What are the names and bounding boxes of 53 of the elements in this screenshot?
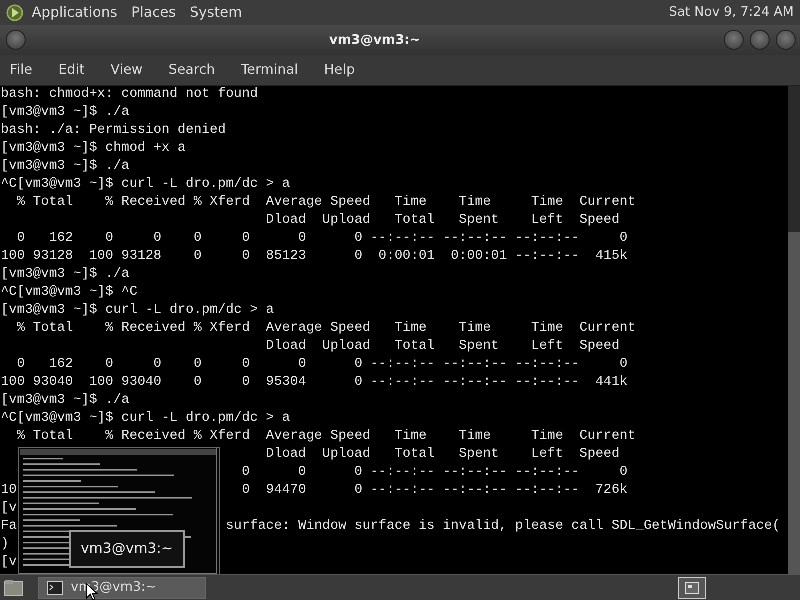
terminal-line: ^C[vm3@vm3 ~]$ curl -L dro.pm/dc > a: [1, 410, 290, 428]
panel-menu[interactable]: System: [190, 4, 242, 20]
menu-item[interactable]: File: [10, 62, 33, 78]
terminal-line: % Total % Received % Xferd Average Speed Time Time Time Current: [16, 194, 636, 212]
terminal-line: Dload Upload Total Spent Left Speed: [265, 338, 620, 356]
terminal-line: [vm3@vm3 ~]$ ./a: [1, 158, 130, 176]
terminal-icon: [47, 580, 63, 594]
window-preview[interactable]: vm3@vm3:~: [18, 447, 220, 577]
terminal-line: 0 162 0 0 0 0 0 0 --:--:-- --:--:-- --:--:-- 0: [16, 356, 628, 374]
preview-label: vm3@vm3:~: [69, 530, 186, 568]
close-button[interactable]: [776, 30, 796, 50]
menu-item[interactable]: Edit: [58, 62, 85, 78]
terminal-line: bash: chmod+x: command not found: [1, 86, 258, 104]
terminal-line: % Total % Received % Xferd Average Speed Time Time Time Current: [16, 428, 636, 446]
menu-item[interactable]: Terminal: [241, 62, 298, 78]
menu-item[interactable]: Help: [324, 62, 356, 78]
terminal-line: [vm3@vm3 ~]$ ./a: [1, 266, 130, 284]
terminal-line: ): [1, 536, 10, 554]
folder-icon[interactable]: [4, 578, 24, 596]
terminal-line: [vm3@vm3 ~]$ ./a: [1, 104, 130, 122]
terminal-line: 0 162 0 0 0 0 0 0 --:--:-- --:--:-- --:--:-- 0: [16, 230, 628, 248]
maximize-button[interactable]: [750, 30, 770, 50]
terminal-line: Dload Upload Total Spent Left Speed: [265, 446, 620, 464]
terminal-line: [vm3@vm3 ~]$ ./a: [1, 392, 130, 410]
terminal-line: [v: [1, 554, 18, 572]
terminal-line: [vm3@vm3 ~]$ curl -L dro.pm/dc > a: [1, 302, 274, 320]
terminal-line: bash: ./a: Permission denied: [1, 122, 226, 140]
clock[interactable]: Sat Nov 9, 7:24 AM: [669, 5, 794, 20]
terminal-line: 0 94470 0 --:--:-- --:--:-- --:--:-- 726k: [241, 482, 628, 500]
window-menu-button[interactable]: [6, 30, 26, 50]
terminal-line: 100 93040 100 93040 0 0 95304 0 --:--:-- --:--:-- --:--:-- 441k: [1, 374, 628, 392]
distro-logo-icon[interactable]: [6, 4, 24, 22]
terminal-line: ^C[vm3@vm3 ~]$ curl -L dro.pm/dc > a: [1, 176, 290, 194]
workspace-switcher[interactable]: [678, 576, 706, 598]
terminal-line: 10: [1, 482, 18, 500]
terminal-line: % Total % Received % Xferd Average Speed Time Time Time Current: [16, 320, 636, 338]
scrollbar[interactable]: [788, 86, 800, 574]
terminal-line: [vm3@vm3 ~]$ chmod +x a: [1, 140, 186, 158]
terminal-line: Dload Upload Total Spent Left Speed: [265, 212, 620, 230]
minimize-button[interactable]: [724, 30, 744, 50]
panel-menu[interactable]: Applications: [32, 4, 118, 20]
terminal-line: 100 93128 100 93128 0 0 85123 0 0:00:01 0:00:01 --:--:-- 415k: [1, 248, 628, 266]
terminal-line: Fa: [1, 518, 18, 536]
terminal-line: ^C[vm3@vm3 ~]$ ^C: [1, 284, 138, 302]
terminal-line: surface: Window surface is invalid, please call SDL_GetWindowSurface(: [226, 518, 780, 536]
window-title: vm3@vm3:~: [328, 32, 422, 48]
terminal-line: [v: [1, 500, 18, 518]
menu-item[interactable]: Search: [168, 62, 216, 78]
window-icon: [685, 582, 699, 594]
panel-menu[interactable]: Places: [132, 4, 176, 20]
menu-item[interactable]: View: [110, 62, 143, 78]
terminal-line: 0 0 0 --:--:-- --:--:-- --:--:-- 0: [241, 464, 628, 482]
terminal[interactable]: [0, 86, 800, 574]
